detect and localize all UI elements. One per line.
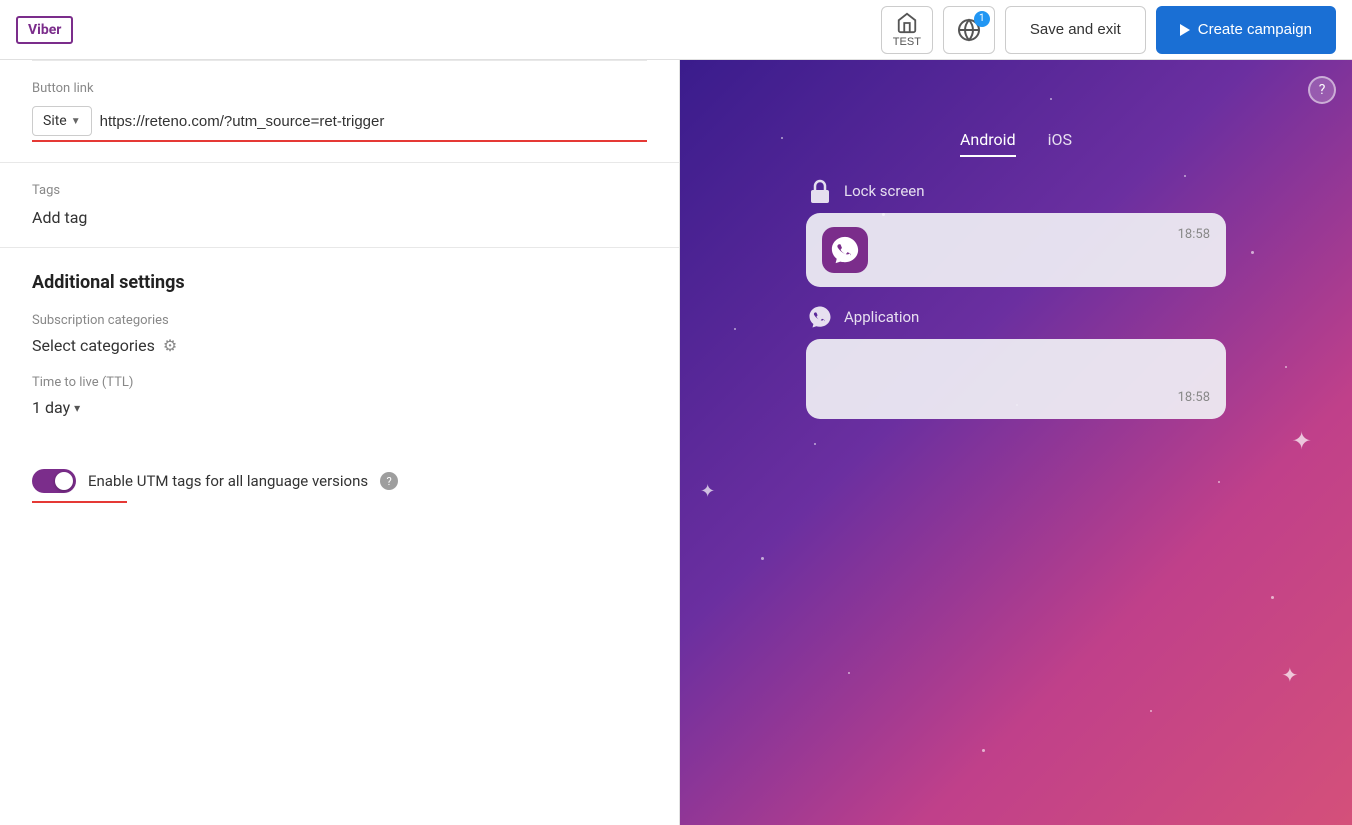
viber-logo: Viber [16, 16, 73, 44]
select-categories[interactable]: Select categories ⚙ [32, 336, 647, 355]
chevron-down-icon: ▼ [71, 116, 81, 127]
test-label: TEST [893, 36, 921, 48]
left-panel: Button link Site ▼ Tags Add tag Addition… [0, 60, 680, 825]
tab-android[interactable]: Android [960, 130, 1016, 157]
additional-settings-section: Additional settings Subscription categor… [0, 248, 679, 453]
utm-toggle-section: Enable UTM tags for all language version… [0, 453, 679, 523]
toggle-thumb [55, 472, 73, 490]
toggle-underline [32, 501, 127, 503]
stars-decoration [680, 60, 1352, 825]
subscription-label: Subscription categories [32, 313, 647, 328]
header-actions: TEST 1 Save and exit Create campaign [881, 6, 1336, 54]
sparkle-left: ✦ [700, 481, 715, 502]
save-exit-button[interactable]: Save and exit [1005, 6, 1146, 54]
button-link-row: Site ▼ [32, 106, 647, 142]
sparkle-right: ✦ [1292, 427, 1312, 455]
create-campaign-button[interactable]: Create campaign [1156, 6, 1336, 54]
application-header: Application [806, 303, 1226, 331]
button-link-label: Button link [32, 81, 647, 96]
ttl-dropdown[interactable]: 1 day ▾ [32, 398, 647, 417]
add-tag[interactable]: Add tag [32, 208, 647, 227]
lock-screen-section: Lock screen 18:58 [806, 177, 1226, 287]
application-card: 18:58 [806, 339, 1226, 419]
header: Viber TEST 1 Save and exit Create campai… [0, 0, 1352, 60]
lock-icon [806, 177, 834, 205]
app-viber-icon [806, 303, 834, 331]
select-categories-label: Select categories [32, 336, 155, 355]
viber-notification-icon [822, 227, 868, 273]
help-button[interactable]: ? [1308, 76, 1336, 104]
gear-icon: ⚙ [163, 336, 177, 355]
preview-tabs: Android iOS [960, 130, 1072, 157]
tags-label: Tags [32, 183, 647, 198]
subscription-categories-field: Subscription categories Select categorie… [32, 313, 647, 355]
lock-screen-label: Lock screen [844, 182, 925, 200]
globe-button[interactable]: 1 [943, 6, 995, 54]
site-dropdown-label: Site [43, 113, 67, 129]
application-section: Application 18:58 [806, 303, 1226, 419]
ttl-label: Time to live (TTL) [32, 375, 647, 390]
tags-section: Tags Add tag [0, 163, 679, 248]
button-link-section: Button link Site ▼ [0, 61, 679, 163]
create-campaign-label: Create campaign [1198, 21, 1312, 38]
utm-toggle[interactable] [32, 469, 76, 493]
test-button[interactable]: TEST [881, 6, 933, 54]
lock-screen-card: 18:58 [806, 213, 1226, 287]
play-icon [1180, 24, 1190, 36]
lock-screen-time: 18:58 [1178, 227, 1210, 242]
right-panel: ? ✦ ✦ ✦ Android iOS Lock screen [680, 60, 1352, 825]
application-time: 18:58 [1178, 390, 1210, 405]
utm-toggle-row: Enable UTM tags for all language version… [32, 469, 647, 493]
globe-badge: 1 [974, 11, 990, 27]
application-label: Application [844, 308, 919, 326]
additional-settings-title: Additional settings [32, 272, 647, 293]
tab-ios[interactable]: iOS [1048, 130, 1072, 157]
utm-help-icon[interactable]: ? [380, 472, 398, 490]
main-layout: Button link Site ▼ Tags Add tag Addition… [0, 60, 1352, 825]
lock-screen-header: Lock screen [806, 177, 1226, 205]
site-dropdown[interactable]: Site ▼ [32, 106, 92, 136]
ttl-chevron-icon: ▾ [74, 401, 80, 415]
sparkle-bottom-right: ✦ [1281, 663, 1298, 687]
ttl-field: Time to live (TTL) 1 day ▾ [32, 375, 647, 417]
url-input[interactable] [100, 113, 647, 130]
ttl-value: 1 day [32, 398, 70, 417]
utm-toggle-label: Enable UTM tags for all language version… [88, 472, 368, 490]
